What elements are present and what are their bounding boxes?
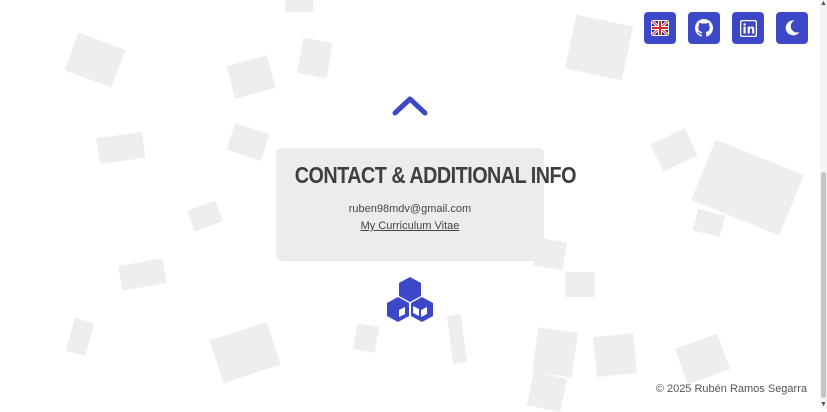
cubes-logo [384, 275, 436, 330]
scroll-up-button[interactable] [391, 94, 429, 123]
linkedin-button[interactable] [732, 12, 764, 44]
contact-title: CONTACT & ADDITIONAL INFO [294, 162, 577, 188]
chevron-up-icon [392, 96, 428, 116]
scrollbar-thumb[interactable] [821, 172, 826, 398]
cv-link[interactable]: My Curriculum Vitae [361, 220, 460, 232]
linkedin-icon [739, 19, 757, 37]
copyright-footer: © 2025 Rubén Ramos Segarra [655, 383, 807, 395]
scrollbar[interactable]: ▲ ▼ [820, 0, 827, 409]
scroll-up-arrow-icon[interactable]: ▲ [820, 0, 827, 8]
top-toolbar [644, 12, 808, 44]
moon-icon [785, 20, 800, 36]
contact-email: ruben98mdv@gmail.com [348, 203, 472, 215]
cubes-logo-icon [387, 277, 433, 322]
github-icon [695, 19, 713, 37]
uk-flag-icon [651, 20, 669, 36]
github-button[interactable] [688, 12, 720, 44]
theme-toggle-button[interactable] [776, 12, 808, 44]
scroll-down-arrow-icon[interactable]: ▼ [820, 401, 827, 409]
language-button[interactable] [644, 12, 676, 44]
contact-card: CONTACT & ADDITIONAL INFO ruben98mdv@gma… [276, 148, 577, 261]
